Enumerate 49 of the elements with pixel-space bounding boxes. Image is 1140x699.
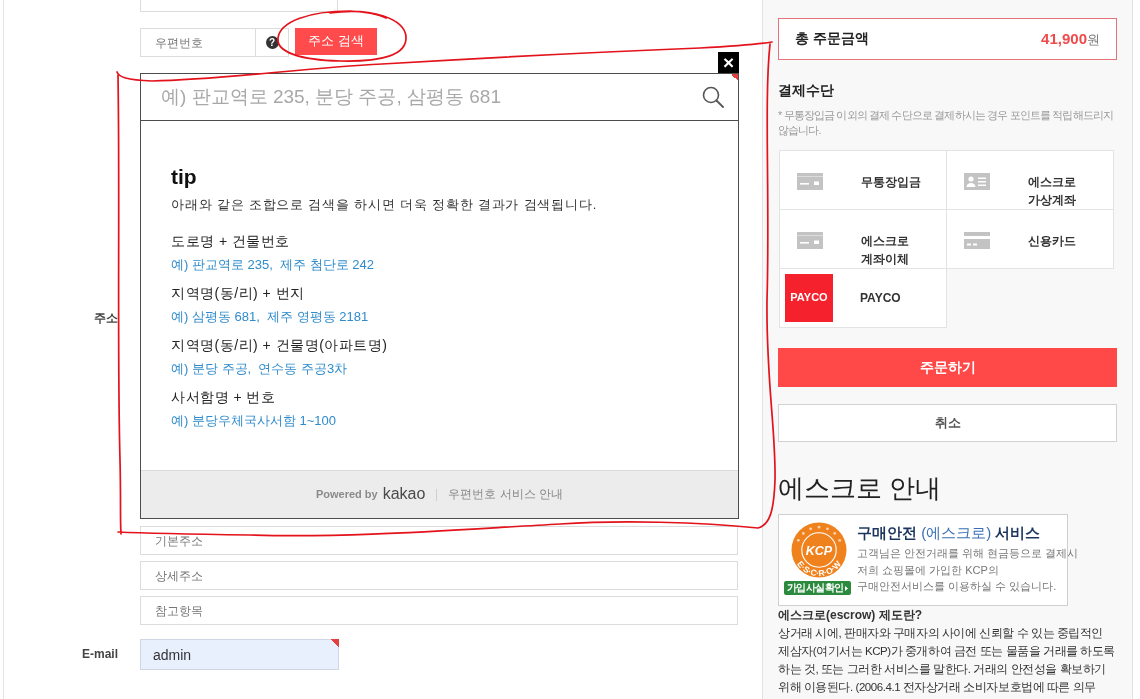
tip-title: tip — [171, 165, 198, 189]
card-icon — [797, 173, 823, 191]
payment-option[interactable]: 에스크로 가상계좌 — [947, 151, 1114, 210]
powered-by-text: Powered by — [315, 486, 378, 502]
search-format-text: 사서함명 + 번호 — [171, 388, 277, 407]
address-field[interactable]: 기본주소 — [140, 526, 738, 555]
address-search-field[interactable]: 예) 판교역로 235, 분당 주공, 삼평동 681 — [141, 75, 702, 119]
membership-check-link[interactable]: 가입사실확인 — [784, 581, 852, 595]
id-card-icon — [964, 173, 990, 191]
address-field[interactable]: 상세주소 — [140, 561, 738, 590]
total-label: 총 주문금액 — [795, 29, 869, 49]
payment-option[interactable]: 신용카드 — [947, 210, 1114, 269]
input-field[interactable] — [140, 0, 338, 12]
close-button[interactable]: × — [718, 52, 739, 73]
field-label: 주소 — [94, 310, 118, 327]
escrow-heading: 에스크로 안내 — [778, 472, 943, 504]
banner-description: 고객님은 안전거래를 위해 현금등으로 결제시 저희 쇼핑몰에 가입한 KCP의 구매안전서비스를 이용하실 수 있습니다. — [857, 546, 1079, 594]
payco-logo: PAYCO — [785, 274, 833, 322]
payment-note: * 무통장입금 이외의 결제 수단으로 결제하시는 경우 포인트를 적립해드리지 않습니다. — [778, 108, 1115, 138]
payment-option[interactable]: PAYCO PAYCO — [780, 269, 947, 328]
tip-description: 아래와 같은 조합으로 검색을 하시면 더욱 정확한 결과가 검색됩니다. — [171, 196, 599, 214]
field-label: E-mail — [82, 646, 118, 663]
search-example-text: 예) 분당우체국사서함 1~100 — [171, 412, 338, 430]
search-example-text: 예) 분당 주공, 연수동 주공3차 — [171, 360, 349, 378]
search-format-text: 도로명 + 건물번호 — [171, 232, 291, 251]
address-field[interactable]: 참고항목 — [140, 596, 738, 625]
seal-logo-text: KCP — [805, 543, 833, 558]
kakao-logo: kakao — [382, 484, 426, 505]
email-field[interactable]: admin — [140, 639, 339, 670]
banner-heading: 구매안전 (에스크로) 서비스 — [857, 523, 1042, 543]
help-icon[interactable]: ? — [265, 36, 279, 49]
postcode-field[interactable]: 우편번호 — [140, 28, 256, 57]
card-icon — [797, 232, 823, 250]
escrow-definition-text: 상거래 시에, 판매자와 구매자의 사이에 신뢰할 수 있는 중립적인 제삼자(여기서는 KCP)가 중개하여 금전 또는 물품을 거래를 하도록 하는 것, 또는 그러한 서비스를 말한다. 거래의 안전성을 확보하기 위해 이용된다. (2006.4.1 전자상거래 소비자보호법에 따른 의무 — [778, 626, 1117, 695]
payment-option[interactable]: 에스크로 계좌이체 — [780, 210, 947, 269]
search-example-text: 예) 삼평동 681, 제주 영평동 2181 — [171, 308, 370, 326]
cancel-button[interactable]: 취소 — [778, 404, 1117, 442]
search-format-text: 지역명(동/리) + 번지 — [171, 284, 306, 303]
search-format-text: 지역명(동/리) + 건물명(아파트명) — [171, 336, 389, 355]
help-button[interactable]: ? — [256, 28, 289, 57]
currency-unit: 원 — [1087, 32, 1100, 48]
search-example-text: 예) 판교역로 235, 제주 첨단로 242 — [171, 256, 375, 274]
payment-title: 결제수단 — [778, 81, 835, 100]
escrow-definition-title: 에스크로(escrow) 제도란? — [778, 607, 923, 624]
credit-card-icon — [964, 232, 990, 250]
total-amount: 41,900 — [1041, 30, 1087, 48]
payment-option[interactable]: 무통장입금 — [780, 151, 947, 210]
caret-icon — [845, 585, 849, 591]
search-icon[interactable] — [702, 86, 724, 108]
